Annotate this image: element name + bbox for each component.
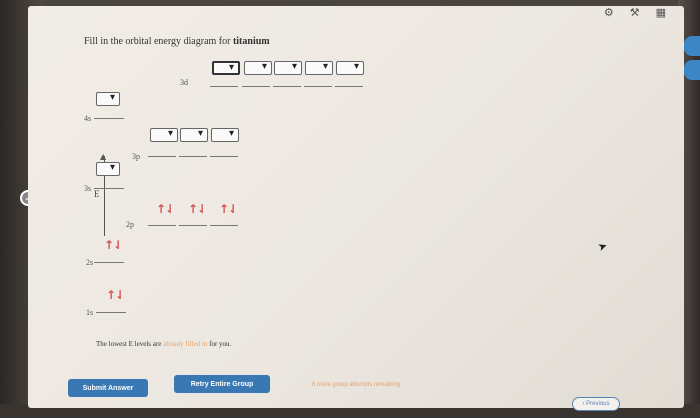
- level-label-2p: 2p: [126, 220, 134, 229]
- top-toolbar: ⚙ ⚒ ▦: [604, 6, 666, 19]
- orbital-line: [210, 156, 238, 157]
- electron-pair: ↑⇃: [156, 202, 175, 216]
- question-text: Fill in the orbital energy diagram for t…: [84, 36, 270, 47]
- electron-pair: ↑⇃: [106, 288, 125, 302]
- orbital-line: [179, 225, 207, 226]
- orbital-line: [304, 86, 332, 87]
- previous-button[interactable]: ‹ Previous: [572, 397, 620, 411]
- orbital-line: [94, 118, 124, 119]
- gear-icon[interactable]: ⚙: [604, 6, 614, 19]
- orbital-dropdown-3d-2[interactable]: [244, 61, 272, 75]
- orbital-dropdown-3d-5[interactable]: [336, 61, 364, 75]
- orbital-line: [179, 156, 207, 157]
- energy-axis-label: E: [94, 189, 100, 199]
- orbital-dropdown-3p-1[interactable]: [150, 128, 178, 142]
- grid-icon[interactable]: ▦: [656, 6, 666, 19]
- orbital-dropdown-3d-1[interactable]: [212, 61, 240, 75]
- submit-answer-button[interactable]: Submit Answer: [68, 379, 148, 397]
- level-label-4s: 4s: [84, 114, 92, 123]
- level-label-3s: 3s: [84, 184, 92, 193]
- mouse-cursor-icon: ➤: [596, 238, 610, 255]
- orbital-dropdown-3p-2[interactable]: [180, 128, 208, 142]
- orbital-dropdown-3s[interactable]: [96, 162, 120, 176]
- orbital-line: [96, 312, 126, 313]
- orbital-line: [148, 156, 176, 157]
- settings-icon[interactable]: ⚒: [630, 6, 640, 19]
- electron-pair: ↑⇃: [104, 238, 123, 252]
- previous-label: Previous: [586, 401, 610, 407]
- level-label-2s: 2s: [86, 258, 94, 267]
- orbital-line: [94, 188, 124, 189]
- orbital-line: [210, 86, 238, 87]
- attempts-remaining: 8 more group attempts remaining: [312, 382, 401, 388]
- electron-pair: ↑⇃: [219, 202, 238, 216]
- orbital-dropdown-3d-3[interactable]: [274, 61, 302, 75]
- level-label-3d: 3d: [180, 78, 188, 87]
- hint-text: The lowest E levels are already filled i…: [96, 340, 232, 348]
- orbital-line: [273, 86, 301, 87]
- orbital-dropdown-4s[interactable]: [96, 92, 120, 106]
- orbital-line: [242, 86, 270, 87]
- orbital-line: [94, 262, 124, 263]
- orbital-dropdown-3p-3[interactable]: [211, 128, 239, 142]
- electron-pair: ↑⇃: [188, 202, 207, 216]
- retry-group-button[interactable]: Retry Entire Group: [174, 375, 270, 393]
- orbital-line: [210, 225, 238, 226]
- side-tab-icon[interactable]: [684, 60, 700, 80]
- level-label-3p: 3p: [132, 152, 140, 161]
- orbital-dropdown-3d-4[interactable]: [305, 61, 333, 75]
- question-panel: ⚙ ⚒ ▦ Fill in the orbital energy diagram…: [28, 6, 684, 411]
- orbital-line: [148, 225, 176, 226]
- side-tab-icon[interactable]: [684, 36, 700, 56]
- level-label-1s: 1s: [86, 308, 94, 317]
- orbital-line: [335, 86, 363, 87]
